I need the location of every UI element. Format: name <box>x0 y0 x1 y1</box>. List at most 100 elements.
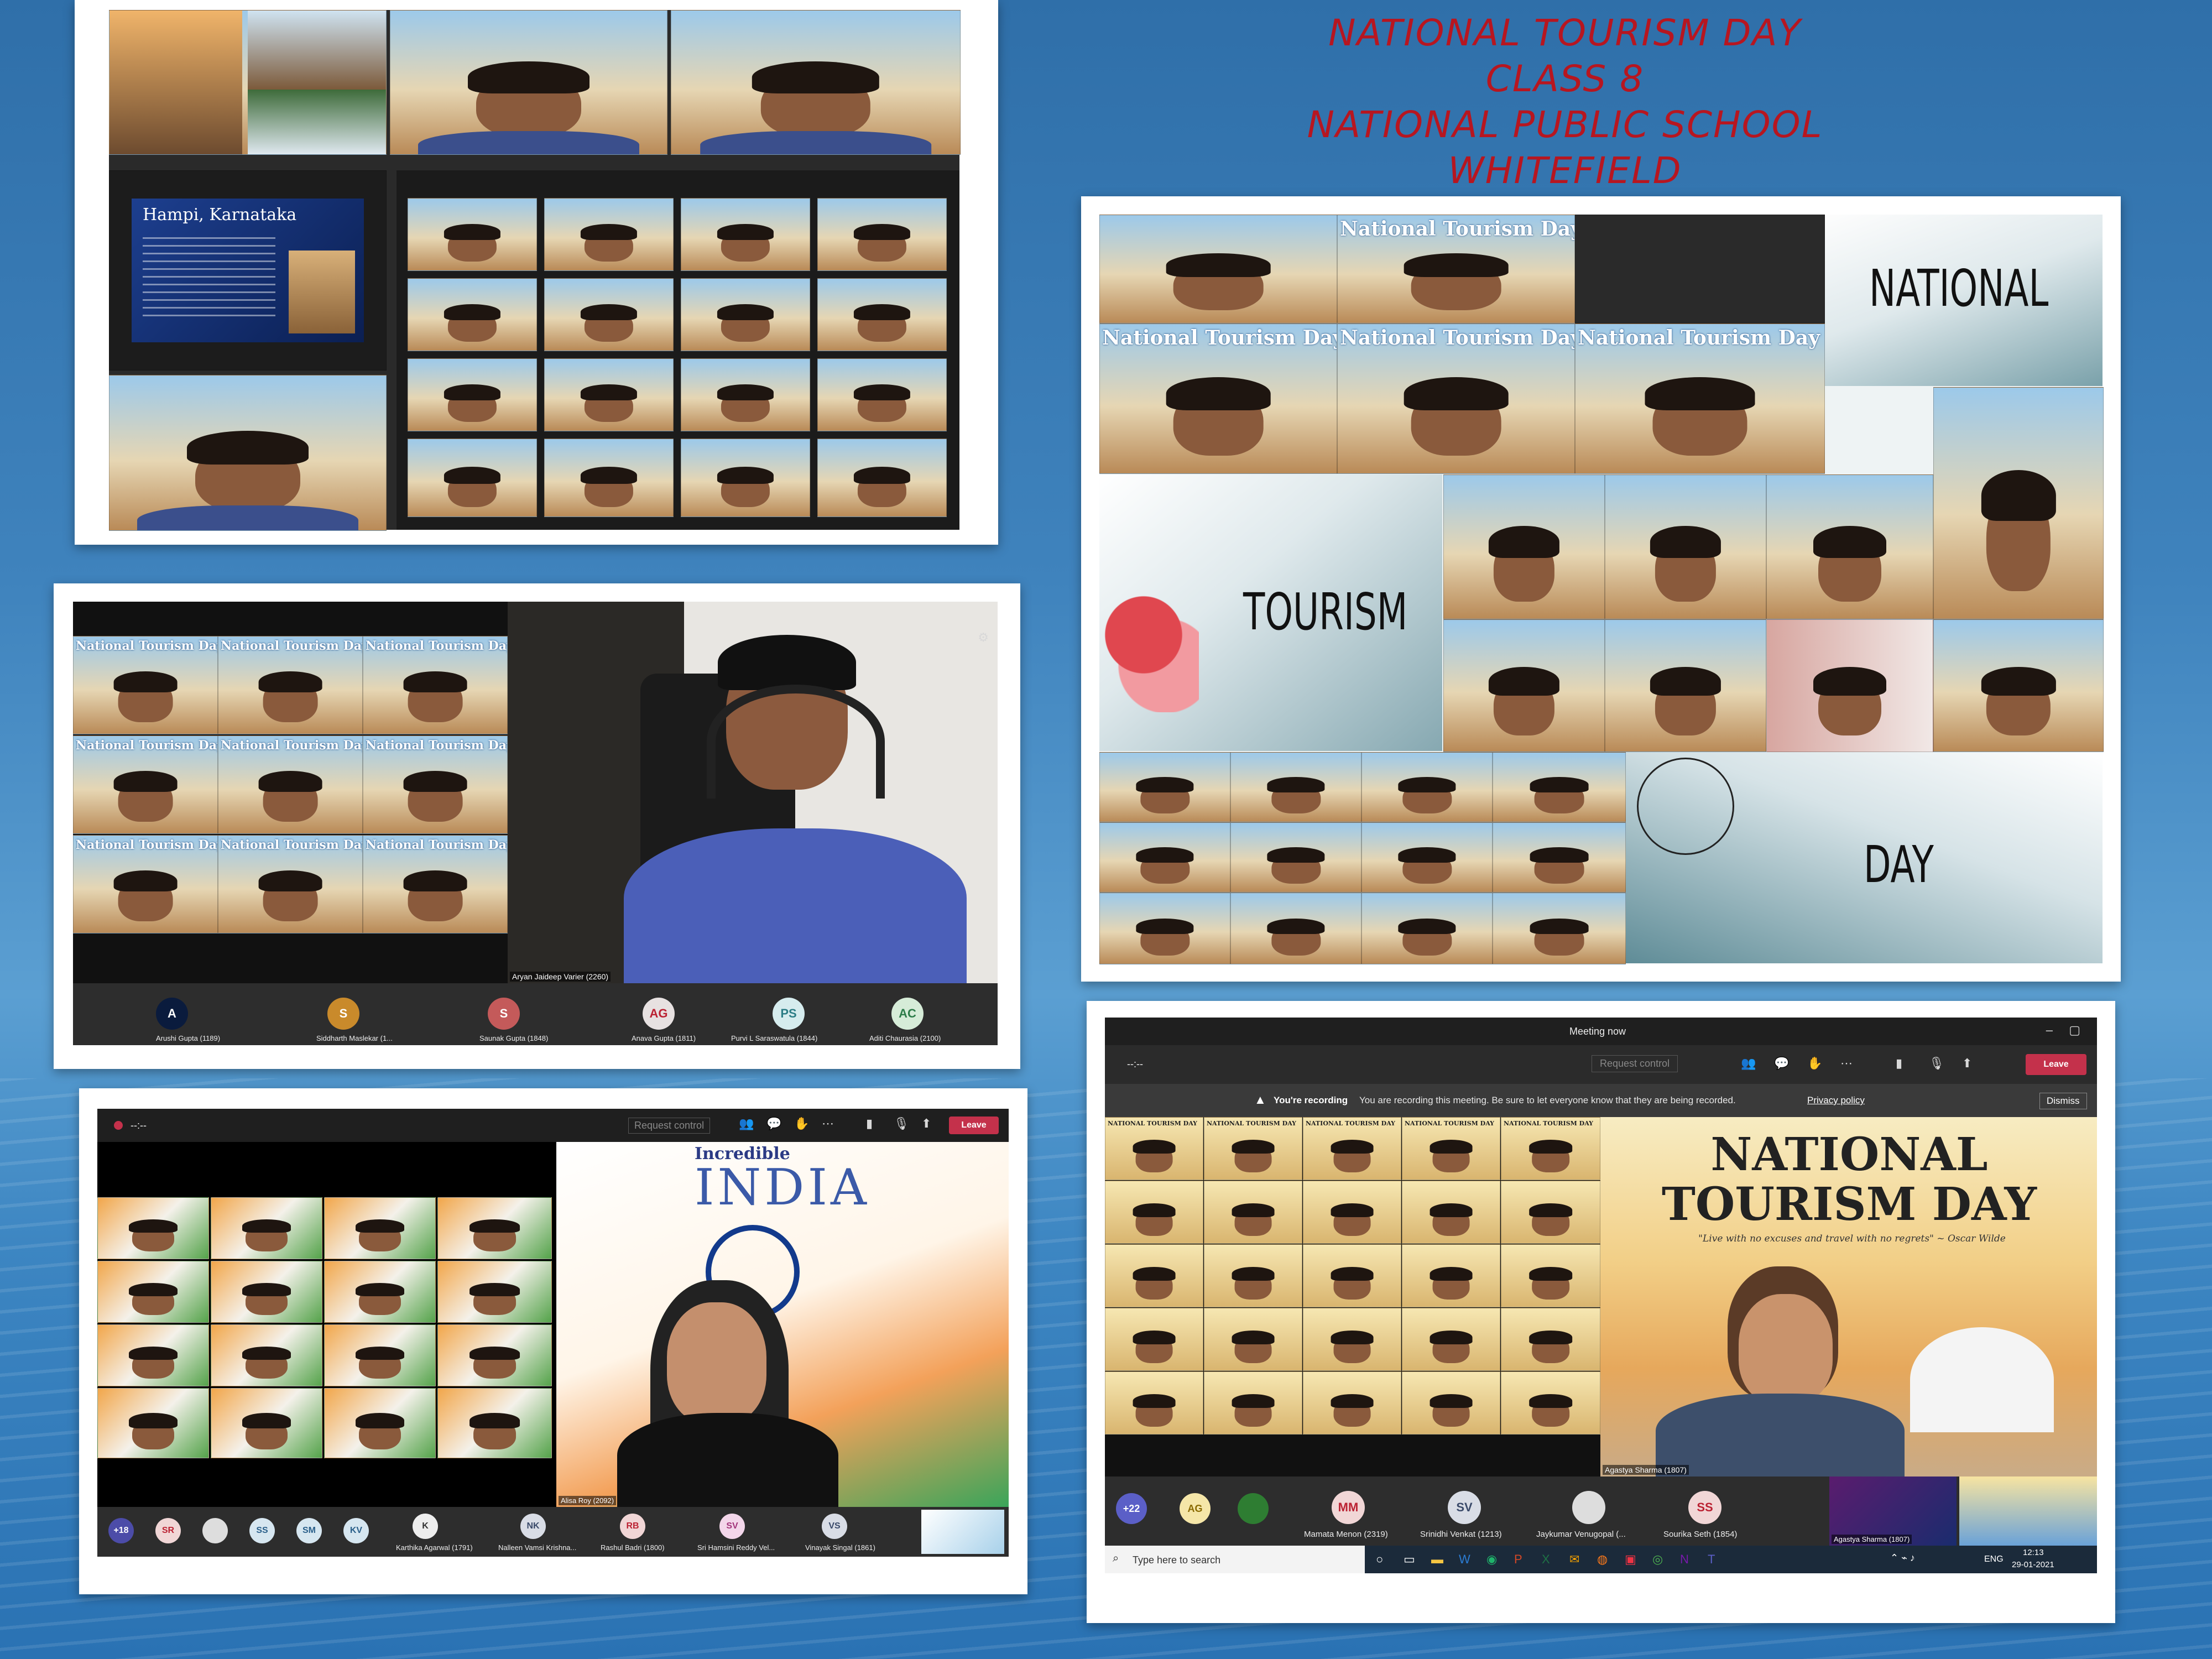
participant-name: Rashul Badri (1800) <box>601 1543 665 1552</box>
student-face <box>717 224 774 262</box>
word-day: DAY <box>1864 835 1934 894</box>
speaker-name-label: Aryan Jaideep Varier (2260) <box>510 972 611 982</box>
powerpoint-icon[interactable]: P <box>1514 1552 1522 1567</box>
participant-avatar[interactable]: VS <box>822 1514 847 1539</box>
temple-image <box>289 251 355 333</box>
word-icon[interactable]: W <box>1459 1552 1470 1567</box>
more-options-icon[interactable]: ⋯ <box>1840 1056 1853 1071</box>
student-face <box>242 1413 291 1449</box>
shared-content-thumbnail[interactable] <box>921 1510 1004 1554</box>
people-icon[interactable]: 👥 <box>1741 1056 1756 1071</box>
gallery-tile <box>681 439 810 517</box>
file-explorer-icon[interactable]: ▬ <box>1431 1552 1443 1567</box>
participant-avatar[interactable]: NK <box>520 1514 546 1539</box>
participant-avatar[interactable]: MM <box>1332 1491 1365 1524</box>
student-face <box>1331 1266 1374 1300</box>
office-icon[interactable]: ▣ <box>1625 1552 1636 1567</box>
banner-text: National Tourism Day <box>76 738 218 753</box>
temple-photo <box>248 11 386 90</box>
privacy-policy-link[interactable]: Privacy policy <box>1807 1095 1865 1106</box>
task-view-icon[interactable]: ▭ <box>1404 1552 1415 1567</box>
edge-icon[interactable]: ◉ <box>1486 1552 1497 1567</box>
share-screen-icon[interactable]: ⬆ <box>921 1117 931 1131</box>
participant-avatar[interactable]: SS <box>249 1518 275 1543</box>
self-video-thumbnail[interactable] <box>1959 1477 2097 1546</box>
student-face <box>444 466 501 508</box>
gallery-tile <box>544 278 674 351</box>
taskbar-time[interactable]: 12:13 <box>2023 1548 2044 1557</box>
taskbar-language[interactable]: ENG <box>1984 1554 2004 1564</box>
request-control-button[interactable]: Request control <box>1592 1055 1678 1072</box>
chat-icon[interactable]: 💬 <box>766 1117 781 1131</box>
gallery-tile <box>681 198 810 271</box>
participant-avatar[interactable] <box>1238 1493 1269 1524</box>
cortana-icon[interactable]: ○ <box>1376 1552 1383 1567</box>
teams-icon[interactable]: T <box>1708 1552 1715 1567</box>
gallery-tile <box>1493 893 1626 964</box>
raise-hand-icon[interactable]: ✋ <box>1807 1056 1822 1071</box>
presenter-thumbnail[interactable]: Agastya Sharma (1807) <box>1829 1477 1957 1546</box>
participant-strip: +18 SR SS SM KV K Karthika Agarwal (1791… <box>97 1507 1009 1557</box>
minimize-icon[interactable]: – <box>2046 1023 2053 1037</box>
camera-icon[interactable]: ▮ <box>866 1117 873 1131</box>
gallery-view <box>397 170 959 530</box>
tile-label: NATIONAL TOURISM DAY <box>1504 1120 1594 1127</box>
participant-avatar[interactable]: A <box>156 998 188 1030</box>
gallery-tile <box>817 198 947 271</box>
participant-avatar[interactable]: SR <box>155 1518 181 1543</box>
gallery-tile <box>817 439 947 517</box>
gallery-tile <box>1493 822 1626 893</box>
participant-avatar[interactable]: AG <box>643 998 675 1030</box>
taskbar-date[interactable]: 29-01-2021 <box>2012 1560 2054 1569</box>
people-icon[interactable]: 👥 <box>739 1117 754 1131</box>
participant-avatar[interactable]: SS <box>1688 1491 1721 1524</box>
participant-avatar[interactable]: PS <box>773 998 805 1030</box>
share-screen-icon[interactable]: ⬆ <box>1962 1056 1972 1071</box>
gallery-tile <box>1933 387 2104 619</box>
participant-avatar[interactable] <box>1572 1491 1605 1524</box>
student-face <box>853 466 911 508</box>
gallery-tile <box>1105 1308 1203 1371</box>
participant-avatar[interactable]: SV <box>1448 1491 1481 1524</box>
microphone-icon[interactable]: 🎙 <box>894 1117 909 1131</box>
student-face <box>1528 1139 1572 1172</box>
participant-avatar[interactable]: S <box>488 998 520 1030</box>
overflow-count-badge[interactable]: +22 <box>1116 1493 1147 1524</box>
leave-button[interactable]: Leave <box>2026 1054 2086 1075</box>
participant-avatar[interactable]: KV <box>343 1518 369 1543</box>
maximize-icon[interactable]: ▢ <box>2069 1023 2080 1037</box>
request-control-button[interactable]: Request control <box>628 1118 711 1134</box>
dismiss-button[interactable]: Dismiss <box>2039 1093 2087 1109</box>
participant-avatar[interactable]: K <box>413 1514 438 1539</box>
student-face <box>258 870 322 921</box>
chrome-icon[interactable]: ◎ <box>1652 1552 1663 1567</box>
participant-avatar[interactable]: SV <box>719 1514 745 1539</box>
more-options-icon[interactable]: ⋯ <box>822 1117 834 1131</box>
gallery-tile <box>408 198 537 271</box>
mail-icon[interactable]: ✉ <box>1569 1552 1579 1567</box>
participant-avatar[interactable]: AG <box>1180 1493 1211 1524</box>
chat-icon[interactable]: 💬 <box>1774 1056 1789 1071</box>
participant-avatar[interactable]: S <box>327 998 359 1030</box>
system-tray-icons[interactable]: ⌃ ⌁ ♪ <box>1890 1552 1915 1564</box>
microphone-icon[interactable]: 🎙 <box>1929 1056 1944 1071</box>
excel-icon[interactable]: X <box>1542 1552 1550 1567</box>
student-face <box>1530 777 1588 813</box>
firefox-icon[interactable]: ◍ <box>1597 1552 1608 1567</box>
participant-avatar[interactable] <box>202 1518 228 1543</box>
gallery-tile <box>544 198 674 271</box>
participant-avatar[interactable]: AC <box>891 998 924 1030</box>
onenote-icon[interactable]: N <box>1680 1552 1689 1567</box>
camera-icon[interactable]: ▮ <box>1896 1056 1902 1071</box>
raise-hand-icon[interactable]: ✋ <box>794 1117 809 1131</box>
tile-student-3 <box>109 375 387 531</box>
leave-button[interactable]: Leave <box>949 1117 999 1134</box>
taskbar-search-box[interactable]: ⌕ Type here to search <box>1105 1546 1365 1573</box>
speaker-face <box>667 1302 766 1424</box>
gallery-tile <box>1204 1308 1302 1371</box>
settings-gear-icon[interactable]: ⚙ <box>978 630 989 645</box>
student-face <box>444 224 501 262</box>
participant-avatar[interactable]: SM <box>296 1518 322 1543</box>
participant-avatar[interactable]: RB <box>620 1514 645 1539</box>
overflow-count-badge[interactable]: +18 <box>108 1518 134 1543</box>
